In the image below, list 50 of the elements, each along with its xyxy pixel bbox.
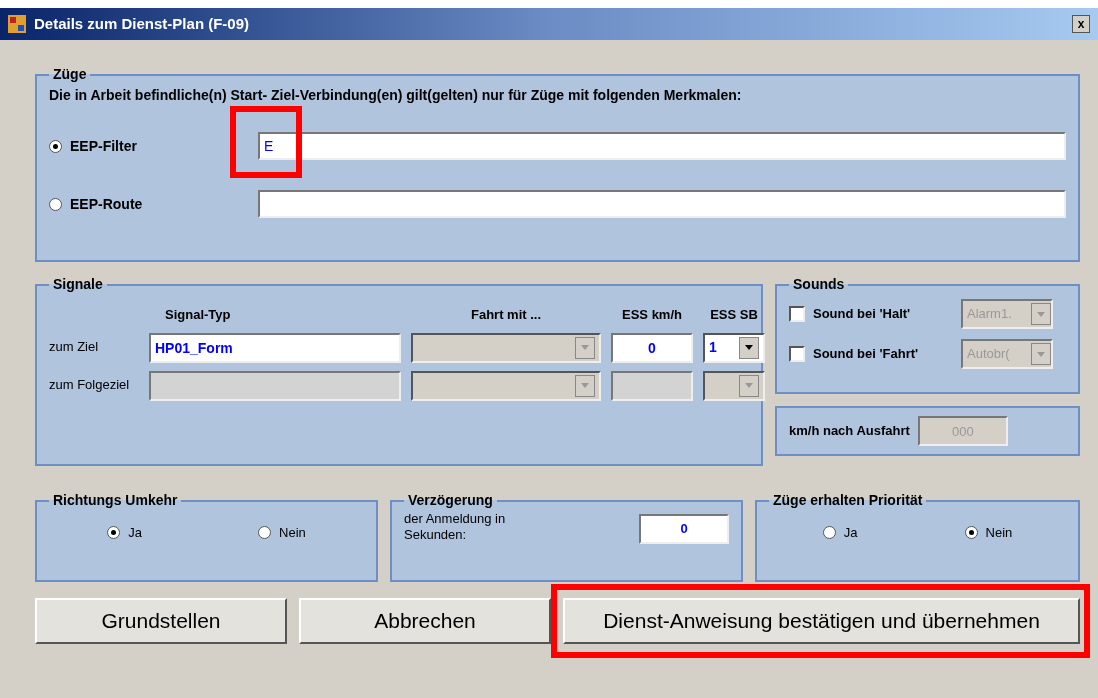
radio-label: Ja: [843, 524, 858, 542]
radio-button[interactable]: [49, 197, 62, 211]
radio-button[interactable]: [822, 526, 836, 540]
dropdown[interactable]: [411, 370, 601, 401]
checkbox[interactable]: [789, 306, 805, 322]
input-field[interactable]: HP01_Form: [149, 332, 401, 363]
radio-button[interactable]: [964, 526, 978, 540]
field-label: der Anmeldung in Sekunden:: [404, 511, 507, 544]
radio-button[interactable]: [107, 526, 121, 540]
group-title: Signale: [52, 275, 104, 294]
group-title: Verzögerung: [407, 491, 494, 510]
input-field[interactable]: 0: [639, 513, 729, 544]
input-field[interactable]: [611, 370, 693, 401]
column-header: ESS SB: [709, 306, 759, 324]
column-header: Signal-Typ: [164, 306, 232, 324]
action-button[interactable]: Abbrechen: [299, 598, 551, 644]
checkbox-label: Sound bei 'Fahrt': [813, 345, 920, 364]
description-text: Die in Arbeit befindliche(n) Start- Ziel-Verbindung(en) gilt(gelten) nur für Züge mit folgenden Merkmalen:: [49, 86, 743, 105]
dropdown[interactable]: [411, 332, 601, 363]
radio-label: EEP-Filter: [70, 136, 138, 156]
radio-button[interactable]: [49, 139, 62, 153]
group-title: Züge: [52, 65, 88, 84]
checkbox-label: Sound bei 'Halt': [813, 305, 912, 324]
dropdown[interactable]: 1: [703, 332, 765, 363]
checkbox[interactable]: [789, 346, 805, 362]
group-title: Richtungs Umkehr: [52, 491, 179, 510]
group-title: Sounds: [792, 275, 846, 294]
radio-label: EEP-Route: [70, 194, 144, 214]
action-button[interactable]: Grundstellen: [35, 598, 287, 644]
input-field[interactable]: 0: [611, 332, 693, 363]
column-header: Fahrt mit ...: [469, 306, 543, 324]
window-title: Details zum Dienst-Plan (F-09): [34, 13, 251, 34]
row-label: zum Folgeziel: [49, 377, 131, 394]
field-label: km/h nach Ausfahrt: [789, 422, 910, 441]
radio-label: Nein: [985, 524, 1013, 542]
group-title: Züge erhalten Priorität: [772, 491, 924, 510]
dropdown-value: Autobr(: [967, 345, 1010, 364]
radio-button[interactable]: [258, 526, 272, 540]
radio-label: Nein: [279, 524, 306, 542]
row-label: zum Ziel: [49, 339, 100, 356]
close-button[interactable]: x: [1072, 15, 1090, 33]
action-button[interactable]: Dienst-Anweisung bestätigen und übernehmen: [563, 598, 1080, 644]
input-field[interactable]: [258, 190, 1066, 218]
dropdown[interactable]: [703, 370, 765, 401]
app-icon: [8, 15, 26, 33]
radio-label: Ja: [128, 524, 142, 542]
dropdown-value: Alarm1.: [967, 305, 1012, 324]
column-header: ESS km/h: [621, 306, 683, 324]
input-field[interactable]: E: [258, 132, 1066, 160]
dropdown-value: 1: [709, 338, 717, 357]
